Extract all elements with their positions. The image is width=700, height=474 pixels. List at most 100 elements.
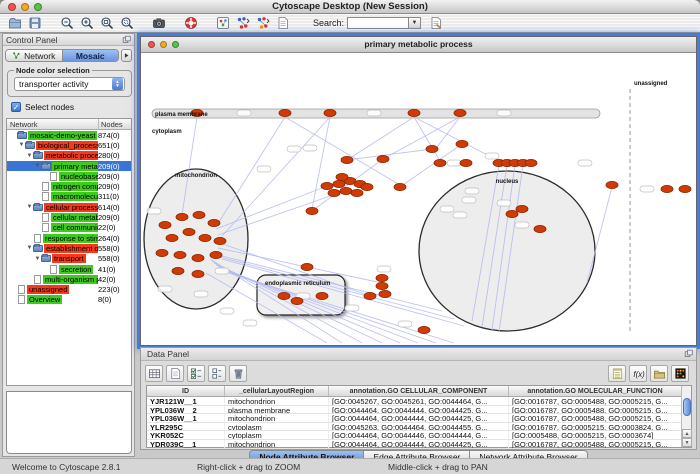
network-node[interactable] bbox=[159, 221, 171, 228]
network-node[interactable] bbox=[291, 297, 303, 304]
scroll-down-arrow[interactable]: ▼ bbox=[682, 438, 692, 447]
tree-row-establishment-of-lo[interactable]: ▼establishment of lo558(0) bbox=[7, 243, 131, 253]
tree-row-multi-organism-pro[interactable]: multi-organism pro42(0) bbox=[7, 274, 131, 284]
network-node[interactable] bbox=[199, 234, 211, 241]
network-node[interactable] bbox=[340, 187, 352, 194]
network-node[interactable] bbox=[328, 189, 340, 196]
tree-row-response-to-stimulu[interactable]: response to stimulu264(0) bbox=[7, 233, 131, 243]
network-node[interactable] bbox=[333, 180, 345, 187]
network-node[interactable] bbox=[278, 292, 290, 299]
network-node[interactable] bbox=[306, 207, 318, 214]
tree-row-primary-metabo[interactable]: ▼primary metabo209(0) bbox=[7, 161, 131, 171]
table-row[interactable]: YPL036W__1mitochondrion[GO:0044464, GO:0… bbox=[147, 414, 681, 423]
vizmap-b-button[interactable] bbox=[253, 15, 273, 32]
search-input[interactable] bbox=[347, 17, 409, 29]
network-node[interactable] bbox=[176, 213, 188, 220]
network-node[interactable] bbox=[208, 219, 220, 226]
network-canvas[interactable]: plasma membranecytoplasmmitochondrionnuc… bbox=[142, 53, 693, 350]
network-node[interactable] bbox=[426, 145, 438, 152]
network-node[interactable] bbox=[376, 274, 388, 281]
node-color-combobox[interactable]: transporter activity ▲▼ bbox=[14, 77, 125, 91]
search-options-button[interactable] bbox=[426, 15, 446, 32]
tree-row-biological-process[interactable]: ▼biological_process651(0) bbox=[7, 140, 131, 150]
network-node[interactable] bbox=[506, 210, 518, 217]
network-node[interactable] bbox=[534, 225, 546, 232]
zoom-fit-button[interactable] bbox=[97, 15, 117, 32]
vizmap-a-button[interactable] bbox=[233, 15, 253, 32]
network-node[interactable] bbox=[525, 159, 537, 166]
tree-expander-icon[interactable]: ▼ bbox=[34, 163, 41, 169]
select-nodes-checkbox[interactable]: ✓ Select nodes bbox=[11, 102, 74, 112]
network-overview-button[interactable] bbox=[213, 15, 233, 32]
save-button[interactable] bbox=[25, 15, 45, 32]
tree-row-transport[interactable]: ▼transport558(0) bbox=[7, 254, 131, 264]
network-node[interactable] bbox=[336, 173, 348, 180]
network-node[interactable] bbox=[174, 251, 186, 258]
tree-row-cellular-metabo[interactable]: cellular metabo209(0) bbox=[7, 212, 131, 222]
network-node[interactable] bbox=[679, 185, 691, 192]
select-attributes-button[interactable] bbox=[187, 365, 205, 382]
network-node[interactable] bbox=[606, 181, 618, 188]
scroll-up-arrow[interactable]: ▲ bbox=[682, 429, 692, 438]
tree-row-mosaic-demo-yeast[interactable]: mosaic-demo-yeast874(0) bbox=[7, 130, 131, 140]
unselect-attributes-button[interactable] bbox=[208, 365, 226, 382]
column-header[interactable]: ID bbox=[147, 386, 225, 396]
scrollbar-thumb[interactable] bbox=[683, 398, 691, 416]
tree-expander-icon[interactable]: ▼ bbox=[26, 245, 33, 251]
network-node[interactable] bbox=[193, 211, 205, 218]
annotation-button[interactable] bbox=[273, 15, 293, 32]
network-node[interactable] bbox=[279, 109, 291, 116]
table-row[interactable]: YJR121W__1mitochondrion[GO:0045267, GO:0… bbox=[147, 397, 681, 406]
tree-expander-icon[interactable]: ▼ bbox=[26, 204, 33, 210]
column-header[interactable]: annotation.GO CELLULAR_COMPONENT bbox=[329, 386, 509, 396]
zoom-selected-button[interactable] bbox=[117, 15, 137, 32]
attribute-editor-button[interactable] bbox=[608, 365, 626, 382]
import-attributes-button[interactable] bbox=[650, 365, 668, 382]
network-node[interactable] bbox=[156, 249, 168, 256]
network-node[interactable] bbox=[364, 292, 376, 299]
zoom-out-button[interactable] bbox=[57, 15, 77, 32]
tab-mosaic[interactable]: Mosaic bbox=[62, 50, 119, 61]
tree-expander-icon[interactable]: ▼ bbox=[18, 142, 25, 148]
tab-overflow-arrow[interactable] bbox=[121, 49, 132, 62]
table-row[interactable]: YKR052Ccytoplasm[GO:0044464, GO:0044446,… bbox=[147, 431, 681, 440]
network-node[interactable] bbox=[418, 326, 430, 333]
network-window-title-bar[interactable]: primary metabolic process bbox=[141, 37, 696, 53]
delete-attribute-button[interactable] bbox=[229, 365, 247, 382]
attribute-panel-button[interactable] bbox=[145, 365, 163, 382]
tree-row-cellular-process[interactable]: ▼cellular process614(0) bbox=[7, 202, 131, 212]
network-node[interactable] bbox=[376, 282, 388, 289]
column-header[interactable]: _cellularLayoutRegion bbox=[225, 386, 329, 396]
table-row[interactable]: YLR295Ccytoplasm[GO:0045263, GO:0044464,… bbox=[147, 423, 681, 432]
panel-float-icon[interactable] bbox=[122, 35, 132, 45]
tree-expander-icon[interactable]: ▼ bbox=[26, 153, 33, 159]
network-node[interactable] bbox=[210, 251, 222, 258]
network-node[interactable] bbox=[192, 270, 204, 277]
network-node[interactable] bbox=[434, 159, 446, 166]
network-node[interactable] bbox=[192, 254, 204, 261]
network-node[interactable] bbox=[394, 183, 406, 190]
network-node[interactable] bbox=[516, 205, 528, 212]
tree-row-overview[interactable]: Overview8(0) bbox=[7, 295, 131, 305]
network-node[interactable] bbox=[379, 290, 391, 297]
tree-row-nitrogen-compo[interactable]: nitrogen compo209(0) bbox=[7, 181, 131, 191]
tree-row-secretion[interactable]: secretion41(0) bbox=[7, 264, 131, 274]
network-node[interactable] bbox=[172, 267, 184, 274]
table-row[interactable]: YPL036W__2plasma membrane[GO:0044464, GO… bbox=[147, 406, 681, 415]
function-builder-button[interactable]: f(x) bbox=[629, 365, 647, 382]
help-lifesaver-button[interactable] bbox=[181, 15, 201, 32]
tree-row-metabolic-process[interactable]: ▼metabolic process280(0) bbox=[7, 151, 131, 161]
network-node[interactable] bbox=[460, 159, 472, 166]
network-node[interactable] bbox=[377, 155, 389, 162]
open-folder-button[interactable] bbox=[5, 15, 25, 32]
search-dropdown-arrow[interactable]: ▼ bbox=[409, 17, 421, 29]
network-node[interactable] bbox=[408, 109, 420, 116]
create-attribute-button[interactable] bbox=[166, 365, 184, 382]
snapshot-camera-button[interactable] bbox=[149, 15, 169, 32]
table-scrollbar[interactable]: ▲ ▼ bbox=[681, 386, 691, 447]
network-node[interactable] bbox=[351, 189, 363, 196]
network-node[interactable] bbox=[361, 183, 373, 190]
network-node[interactable] bbox=[183, 228, 195, 235]
network-node[interactable] bbox=[324, 109, 336, 116]
table-row[interactable]: YDR039C__1mitochondrion[GO:0044464, GO:0… bbox=[147, 440, 681, 449]
